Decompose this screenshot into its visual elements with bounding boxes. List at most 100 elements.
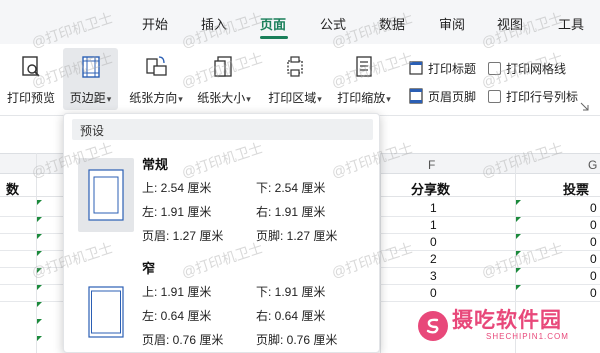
table-cell[interactable]: 1 (430, 218, 437, 232)
print-preview-icon (22, 56, 40, 77)
preset-narrow-right: 右: 0.64 厘米 (256, 309, 326, 323)
page-margin-icon (88, 286, 124, 338)
cell-indicator (516, 285, 521, 290)
header-cell[interactable]: 数 (6, 179, 19, 198)
print-preview-button[interactable]: 打印预览 (4, 48, 58, 110)
presets-section-title: 预设 (80, 124, 105, 138)
print-row-col-headers-label: 打印行号列标 (506, 89, 579, 104)
print-area-button[interactable]: 打印区域▾ (264, 48, 326, 110)
chevron-down-icon: ▾ (246, 94, 251, 104)
chevron-down-icon: ▾ (386, 94, 391, 104)
cell-indicator (37, 251, 42, 256)
paper-size-label: 纸张大小 (197, 91, 246, 105)
header-footer-icon (409, 88, 423, 104)
tab-tools[interactable]: 工具 (558, 14, 584, 33)
tab-start[interactable]: 开始 (142, 14, 168, 33)
checkbox-box[interactable] (488, 89, 501, 103)
cell-indicator (37, 268, 42, 273)
chevron-down-icon: ▾ (178, 94, 183, 104)
tab-formula[interactable]: 公式 (320, 14, 346, 33)
print-gridlines-label: 打印网格线 (506, 61, 567, 76)
orientation-icon (146, 56, 167, 76)
cell-indicator (37, 302, 42, 307)
cell-indicator (37, 285, 42, 290)
preset-narrow-left: 左: 0.64 厘米 (142, 309, 212, 323)
preset-normal-right: 右: 1.91 厘米 (256, 205, 326, 219)
cell-indicator (37, 217, 42, 222)
preset-narrow-bottom: 下: 1.91 厘米 (256, 285, 326, 299)
print-titles-icon (409, 61, 423, 75)
logo-sub-text: SHECHIPIN1.COM (486, 332, 569, 341)
preset-normal-name: 常规 (142, 157, 169, 172)
paper-size-icon (214, 56, 232, 77)
tab-data[interactable]: 数据 (379, 14, 405, 33)
preset-normal-left: 左: 1.91 厘米 (142, 205, 212, 219)
preset-narrow-thumbnail[interactable] (78, 275, 134, 349)
tab-review[interactable]: 审阅 (439, 14, 465, 33)
table-cell[interactable]: 0 (430, 286, 437, 300)
margins-label: 页边距 (69, 91, 106, 105)
preset-narrow-name: 窄 (142, 261, 156, 276)
preset-normal-top: 上: 2.54 厘米 (142, 181, 212, 195)
logo-s-icon (426, 318, 439, 334)
presets-section-header: 预设 (72, 119, 373, 140)
table-cell[interactable]: 0 (430, 235, 437, 249)
logo-main-text: 摄吃软件园 (452, 309, 562, 332)
cell-indicator (37, 234, 42, 239)
table-cell[interactable]: 0 (590, 286, 597, 300)
cell-indicator (516, 234, 521, 239)
table-cell[interactable]: 0 (590, 201, 597, 215)
header-footer-label: 页眉页脚 (428, 89, 477, 104)
margins-button[interactable]: 页边距▾ (63, 48, 118, 110)
column-letter-f[interactable]: F (428, 158, 435, 172)
header-footer-button[interactable]: 页眉页脚 (408, 86, 476, 106)
table-cell[interactable]: 3 (430, 269, 437, 283)
orientation-button[interactable]: 纸张方向▾ (125, 48, 187, 110)
print-gridlines-checkbox[interactable]: 打印网格线 (488, 58, 566, 78)
site-logo: 摄吃软件园 SHECHIPIN1.COM (418, 310, 569, 341)
cell-indicator (37, 200, 42, 205)
print-titles-label: 打印标题 (428, 61, 477, 76)
paper-size-button[interactable]: 纸张大小▾ (193, 48, 255, 110)
print-preview-label: 打印预览 (6, 91, 55, 105)
preset-narrow-header: 页眉: 0.76 厘米 (142, 333, 224, 347)
table-cell[interactable]: 1 (430, 201, 437, 215)
chevron-down-icon: ▾ (317, 94, 322, 104)
table-cell[interactable]: 0 (590, 269, 597, 283)
checkbox-box[interactable] (488, 61, 501, 75)
logo-icon (418, 310, 448, 341)
print-row-col-headers-checkbox[interactable]: 打印行号列标 (488, 86, 578, 106)
page-margin-icon (88, 169, 124, 221)
preset-normal-footer: 页脚: 1.27 厘米 (256, 229, 338, 243)
preset-narrow[interactable]: 窄 上: 1.91 厘米 下: 1.91 厘米 左: 0.64 厘米 右: 0.… (64, 255, 381, 353)
preset-narrow-top: 上: 1.91 厘米 (142, 285, 212, 299)
cell-indicator (516, 268, 521, 273)
cell-indicator (516, 200, 521, 205)
print-scale-icon (356, 56, 372, 77)
header-cell-votes[interactable]: 投票 (563, 179, 589, 198)
tab-insert[interactable]: 插入 (201, 14, 227, 33)
preset-normal-thumbnail[interactable] (78, 158, 134, 232)
preset-normal-header: 页眉: 1.27 厘米 (142, 229, 224, 243)
margins-icon (81, 56, 100, 78)
tab-page[interactable]: 页面 (260, 14, 286, 33)
print-scale-button[interactable]: 打印缩放▾ (333, 48, 395, 110)
active-tab-indicator (260, 36, 288, 39)
column-letter-g[interactable]: G (588, 158, 597, 172)
tab-view[interactable]: 视图 (497, 14, 523, 33)
header-cell-shares[interactable]: 分享数 (411, 179, 450, 198)
print-scale-label: 打印缩放 (337, 91, 386, 105)
preset-normal[interactable]: 常规 上: 2.54 厘米 下: 2.54 厘米 左: 1.91 厘米 右: 1… (64, 148, 381, 248)
chevron-down-icon: ▾ (106, 94, 112, 104)
orientation-label: 纸张方向 (129, 91, 178, 105)
margins-dropdown: 预设 常规 上: 2.54 厘米 下: 2.54 厘米 左: 1.91 厘米 右… (63, 113, 380, 353)
table-cell[interactable]: 0 (590, 218, 597, 232)
table-cell[interactable]: 0 (590, 235, 597, 249)
print-titles-button[interactable]: 打印标题 (408, 58, 476, 78)
cell-indicator (516, 251, 521, 256)
table-cell[interactable]: 0 (590, 252, 597, 266)
print-area-label: 打印区域 (268, 91, 317, 105)
table-cell[interactable]: 2 (430, 252, 437, 266)
cell-indicator (37, 336, 42, 341)
dialog-launcher-icon[interactable] (580, 102, 589, 111)
